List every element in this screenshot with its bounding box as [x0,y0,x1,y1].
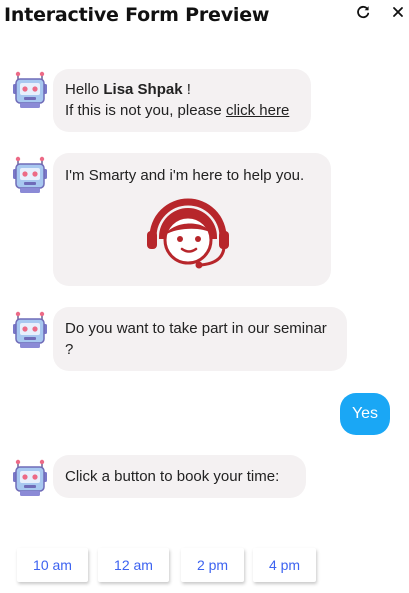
bot-avatar-icon [12,310,48,349]
reload-icon [357,5,370,19]
window-header: Interactive Form Preview [0,0,409,34]
close-icon [393,7,403,17]
user-reply-bubble: Yes [340,393,390,435]
support-agent-icon [147,198,229,269]
bot-avatar-icon [12,71,48,109]
time-slot-button-2pm[interactable]: 2 pm [181,548,244,582]
greeting-prefix: If this is not you, please [65,102,222,119]
time-slot-button-4pm[interactable]: 4 pm [253,548,316,582]
greeting-line-1: Hello Lisa Shpak ! [65,79,299,100]
greeting-message: Hello Lisa Shpak ! If this is not you, p… [53,69,311,132]
booking-message: Click a button to book your time: [53,455,306,498]
click-here-link[interactable]: click here [226,102,289,119]
bot-avatar-icon [12,156,48,194]
greeting-exclaim: ! [186,81,191,98]
close-button[interactable] [389,3,407,21]
user-name: Lisa Shpak [103,81,183,98]
time-slot-button-10am[interactable]: 10 am [17,548,88,582]
greeting-line-2: If this is not you, please click here [65,100,299,121]
greeting-hello: Hello [65,81,100,98]
user-reply-text: Yes [351,405,379,422]
intro-message: I'm Smarty and i'm here to help you. [53,153,331,286]
intro-text: I'm Smarty and i'm here to help you. [65,167,305,184]
booking-text: Click a button to book your time: [65,468,280,485]
time-slot-button-12am[interactable]: 12 am [98,548,169,582]
bot-avatar-icon [12,458,48,497]
question-text: Do you want to take part in our seminar … [65,320,327,358]
window-title: Interactive Form Preview [4,4,270,26]
question-message: Do you want to take part in our seminar … [53,307,347,371]
reload-button[interactable] [354,3,372,21]
